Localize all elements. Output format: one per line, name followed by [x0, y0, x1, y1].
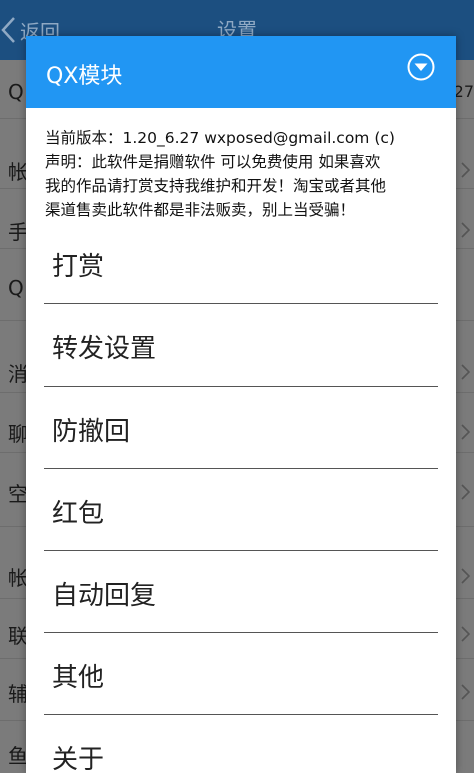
chevron-right-icon [461, 484, 470, 500]
background-row-label: Q [8, 80, 24, 104]
chevron-right-icon [461, 626, 470, 642]
chevron-right-icon [461, 364, 470, 380]
menu-divider [44, 550, 438, 551]
background-row-label: 帐 [8, 160, 28, 184]
background-row-value: 27 [453, 82, 474, 101]
dialog-title: QX模块 [46, 64, 123, 89]
menu-item-other[interactable]: 其他 [44, 635, 438, 715]
menu-divider [44, 468, 438, 469]
menu-item-red-packet[interactable]: 红包 [44, 471, 438, 551]
background-row-label: 帐 [8, 566, 28, 590]
menu-item-forward-settings[interactable]: 转发设置 [44, 306, 438, 386]
menu-item-anti-recall[interactable]: 防撤回 [44, 389, 438, 469]
background-row-label: 消 [8, 362, 28, 386]
menu-item-auto-reply[interactable]: 自动回复 [44, 553, 438, 633]
menu-item-reward[interactable]: 打赏 [44, 224, 438, 304]
menu-item-label: 其他 [52, 662, 105, 693]
statement-line: 声明：此软件是捐赠软件 可以免费使用 如果喜欢 [45, 153, 381, 171]
background-row-label: 联 [8, 624, 28, 648]
background-row-label: 空 [8, 482, 28, 506]
chevron-right-icon [461, 684, 470, 700]
menu-divider [44, 303, 438, 304]
menu-divider [44, 632, 438, 633]
menu-item-label: 关于 [52, 744, 105, 773]
menu-divider [44, 714, 438, 715]
menu-item-about[interactable]: 关于 [44, 717, 438, 773]
background-row-label: 辅 [8, 682, 28, 706]
menu-item-label: 转发设置 [52, 333, 157, 364]
chevron-right-icon [461, 424, 470, 440]
chevron-down-circle-icon[interactable] [406, 52, 436, 82]
chevron-right-icon [461, 162, 470, 178]
menu-item-label: 红包 [52, 498, 105, 529]
qx-module-dialog: QX模块 当前版本：1.20_6.27 wxposed@gmail.com (c… [26, 36, 456, 773]
menu-divider [44, 386, 438, 387]
menu-item-label: 防撤回 [52, 416, 131, 447]
background-row-label: 手 [8, 220, 28, 244]
background-row-label: 鱼 [8, 744, 28, 768]
menu-item-label: 打赏 [52, 251, 105, 282]
version-line: 当前版本：1.20_6.27 wxposed@gmail.com (c) [45, 129, 395, 147]
statement-line: 我的作品请打赏支持我维护和开发！淘宝或者其他 [45, 177, 387, 195]
chevron-right-icon [461, 222, 470, 238]
chevron-right-icon [461, 568, 470, 584]
menu-item-label: 自动回复 [52, 580, 157, 611]
background-row-label: 聊 [8, 422, 28, 446]
dialog-header: QX模块 [26, 36, 456, 108]
statement-line: 渠道售卖此软件都是非法贩卖，别上当受骗！ [45, 201, 356, 219]
dialog-info-text: 当前版本：1.20_6.27 wxposed@gmail.com (c) 声明：… [45, 126, 445, 222]
background-row-label: Q [8, 276, 24, 300]
